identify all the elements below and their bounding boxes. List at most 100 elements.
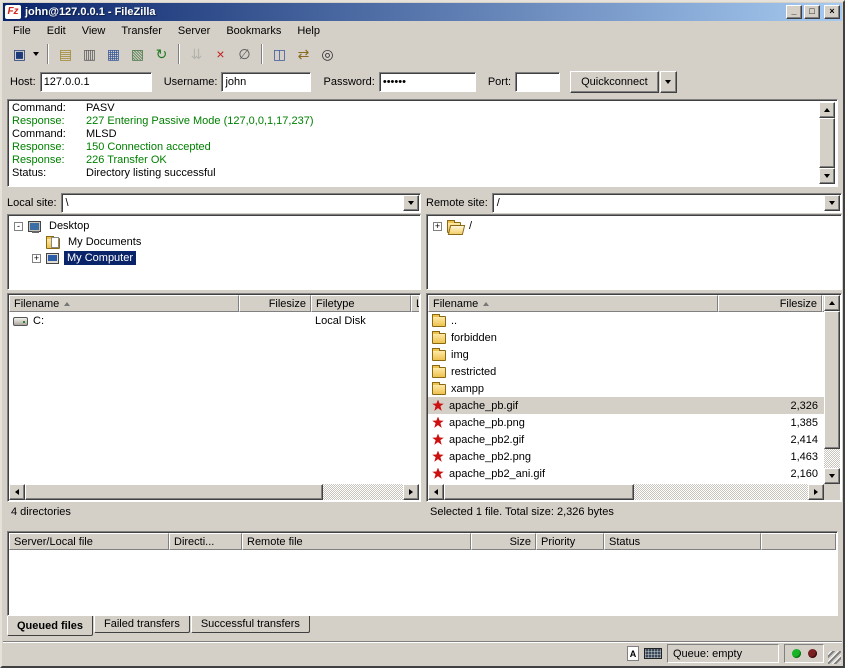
file-row[interactable]: apache_pb2.gif2,414 (428, 431, 824, 448)
quickconnect-button[interactable]: Quickconnect (570, 71, 659, 93)
tree-expander[interactable]: - (14, 222, 23, 231)
column-header-filename[interactable]: Filename (9, 295, 239, 312)
column-header-directi[interactable]: Directi... (169, 533, 242, 550)
scrollbar-corner (824, 484, 840, 500)
remote-vscrollbar[interactable] (824, 295, 840, 484)
file-row[interactable]: forbidden (428, 329, 824, 346)
scroll-right-button[interactable] (403, 484, 419, 500)
toggle-message-log-button[interactable]: ▤ (54, 43, 77, 65)
local-file-list-body: C:Local Disk (9, 312, 419, 484)
window-title: john@127.0.0.1 - FileZilla (23, 6, 784, 18)
column-header-filetype[interactable]: Filetype (311, 295, 411, 312)
titlebar[interactable]: Fz john@127.0.0.1 - FileZilla _ □ × (3, 3, 842, 21)
process-queue-button[interactable]: ⇊ (185, 43, 208, 65)
scroll-down-button[interactable] (824, 468, 840, 484)
toggle-local-tree-button[interactable]: ▥ (78, 43, 101, 65)
file-row[interactable]: apache_pb.gif2,326 (428, 397, 824, 414)
refresh-button[interactable]: ↻ (150, 43, 173, 65)
tree-expander[interactable]: + (32, 254, 41, 263)
scrollbar-thumb[interactable] (824, 311, 840, 449)
resize-grip[interactable] (828, 651, 841, 664)
log-line: Status:Directory listing successful (12, 167, 817, 180)
column-header-filesize[interactable]: Filesize (718, 295, 822, 312)
scroll-up-button[interactable] (824, 295, 840, 311)
file-row[interactable]: C:Local Disk (9, 312, 419, 329)
folder-icon (432, 350, 446, 361)
tree-expander[interactable]: + (433, 222, 442, 231)
local-site-combo[interactable]: \ (61, 193, 421, 213)
scrollbar-thumb[interactable] (444, 484, 634, 500)
scrollbar-track[interactable] (824, 311, 840, 468)
tree-item-desktop[interactable]: -Desktop (8, 218, 420, 234)
local-site-label: Local site: (7, 197, 57, 209)
username-input[interactable] (221, 72, 311, 92)
menu-item-bookmarks[interactable]: Bookmarks (218, 22, 289, 40)
find-files-button[interactable]: ◎ (316, 43, 339, 65)
menu-item-edit[interactable]: Edit (39, 22, 74, 40)
log-line-text: PASV (86, 102, 115, 115)
menu-item-view[interactable]: View (74, 22, 114, 40)
log-line: Response:226 Transfer OK (12, 154, 817, 167)
tree-item-my-computer[interactable]: +My Computer (8, 250, 420, 266)
scroll-up-button[interactable] (819, 102, 835, 118)
column-header-remote-file[interactable]: Remote file (242, 533, 471, 550)
scroll-right-button[interactable] (808, 484, 824, 500)
remote-site-combo[interactable]: / (492, 193, 842, 213)
quickconnect-dropdown-button[interactable] (660, 71, 677, 93)
close-button[interactable]: × (824, 5, 840, 19)
menu-item-help[interactable]: Help (289, 22, 328, 40)
file-row[interactable]: restricted (428, 363, 824, 380)
file-row[interactable]: apache_pb.png1,385 (428, 414, 824, 431)
scroll-left-button[interactable] (9, 484, 25, 500)
log-scrollbar[interactable] (819, 102, 835, 184)
password-input[interactable] (379, 72, 476, 92)
file-row[interactable]: xampp (428, 380, 824, 397)
arrow-left-icon (15, 489, 19, 495)
tab-queued-files[interactable]: Queued files (7, 616, 93, 636)
scrollbar-thumb[interactable] (819, 118, 835, 168)
scrollbar-thumb[interactable] (25, 484, 323, 500)
column-header-l[interactable]: L (411, 295, 419, 312)
transfer-type-icon[interactable]: A (627, 646, 639, 661)
column-header-server-local-file[interactable]: Server/Local file (9, 533, 169, 550)
chevron-down-icon (829, 201, 835, 205)
synchronized-browsing-button[interactable]: ⇄ (292, 43, 315, 65)
file-row[interactable]: apache_pb2.png1,463 (428, 448, 824, 465)
directory-comparison-button[interactable]: ◫ (268, 43, 291, 65)
maximize-button[interactable]: □ (804, 5, 820, 19)
scroll-left-button[interactable] (428, 484, 444, 500)
menu-item-server[interactable]: Server (170, 22, 218, 40)
scrollbar-track[interactable] (819, 118, 835, 168)
encryption-status-icon[interactable] (644, 648, 662, 659)
cancel-operation-button[interactable]: × (209, 43, 232, 65)
menu-item-file[interactable]: File (5, 22, 39, 40)
remote-site-dropdown-button[interactable] (824, 195, 840, 211)
column-header-status[interactable]: Status (604, 533, 761, 550)
tree-item-item[interactable]: +/ (427, 218, 841, 234)
minimize-button[interactable]: _ (786, 5, 802, 19)
scrollbar-track[interactable] (444, 484, 808, 500)
toggle-remote-tree-button[interactable]: ▦ (102, 43, 125, 65)
file-row[interactable]: .. (428, 312, 824, 329)
toggle-transfer-queue-button[interactable]: ▧ (126, 43, 149, 65)
site-manager-button[interactable]: ▣ (8, 43, 31, 65)
local-hscrollbar[interactable] (9, 484, 419, 500)
column-header-filesize[interactable]: Filesize (239, 295, 311, 312)
tab-successful-transfers[interactable]: Successful transfers (191, 616, 310, 633)
menu-item-transfer[interactable]: Transfer (113, 22, 170, 40)
site-manager-dropdown-button[interactable] (29, 43, 42, 65)
scrollbar-track[interactable] (25, 484, 403, 500)
column-header-filename[interactable]: Filename (428, 295, 718, 312)
local-site-dropdown-button[interactable] (403, 195, 419, 211)
host-input[interactable] (40, 72, 152, 92)
column-header-priority[interactable]: Priority (536, 533, 604, 550)
column-header-size[interactable]: Size (471, 533, 536, 550)
remote-hscrollbar[interactable] (428, 484, 824, 500)
file-row[interactable]: apache_pb2_ani.gif2,160 (428, 465, 824, 482)
file-row[interactable]: img (428, 346, 824, 363)
scroll-down-button[interactable] (819, 168, 835, 184)
port-input[interactable] (515, 72, 560, 92)
tree-item-my-documents[interactable]: My Documents (8, 234, 420, 250)
tab-failed-transfers[interactable]: Failed transfers (94, 616, 190, 633)
disconnect-button[interactable]: ∅ (233, 43, 256, 65)
